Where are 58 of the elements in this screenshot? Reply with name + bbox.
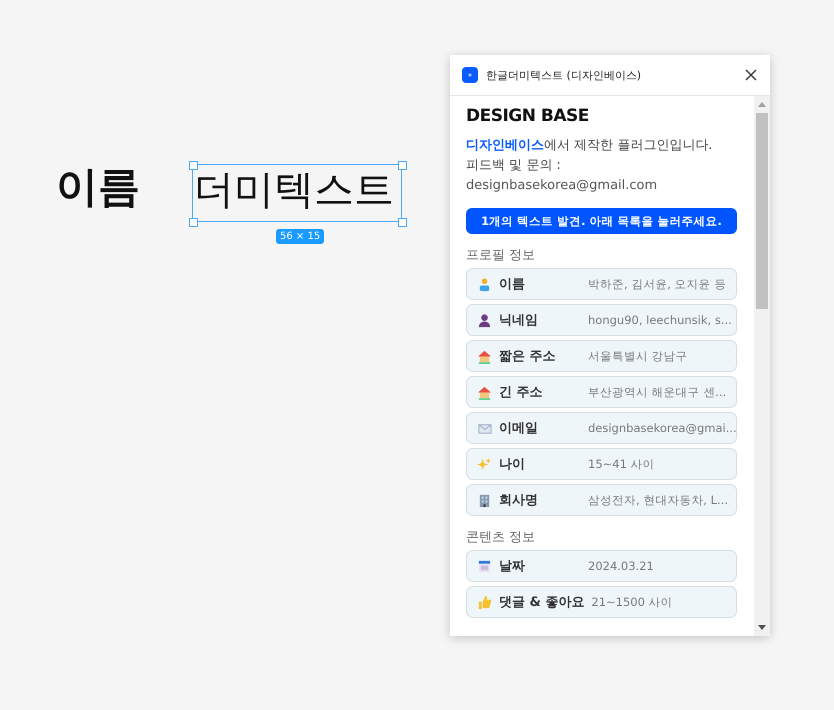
feedback-text: 피드백 및 문의 : <box>466 157 562 175</box>
section-title: 콘텐츠 정보 <box>466 529 536 546</box>
item-label: 회사명 <box>499 492 539 509</box>
size-badge: 56 × 15 <box>276 229 324 244</box>
item-example: 15~41 사이 <box>588 456 655 472</box>
item-example: 삼성전자, 현대자동차, L... <box>588 492 728 508</box>
item-label: 이메일 <box>499 420 539 437</box>
item-label: 날짜 <box>499 558 526 575</box>
thumbs-up-icon <box>477 594 492 610</box>
found-button[interactable]: 1개의 텍스트 발견. 아래 목록을 눌러주세요. <box>466 208 737 234</box>
link[interactable]: 디자인베이스 <box>466 138 544 153</box>
person-icon <box>477 312 492 328</box>
list-item[interactable]: 짧은 주소 서울특별시 강남구 <box>466 340 737 372</box>
scrollbar[interactable] <box>754 96 770 636</box>
item-example: designbasekorea@gmai... <box>588 421 737 435</box>
calendar-icon <box>477 558 492 574</box>
list-item[interactable]: 댓글 & 좋아요 21~1500 사이 <box>466 586 737 618</box>
list-item[interactable]: 닉네임 hongu90, leechunsik, s... <box>466 304 737 336</box>
list-item[interactable]: 나이 15~41 사이 <box>466 448 737 480</box>
item-label: 나이 <box>499 456 526 473</box>
plugin-icon <box>462 67 478 83</box>
sparkles-icon <box>477 456 492 472</box>
item-example: 2024.03.21 <box>588 559 654 573</box>
item-label: 긴 주소 <box>499 384 544 401</box>
house-icon <box>477 348 492 364</box>
building-icon <box>477 492 492 508</box>
list-item[interactable]: 긴 주소 부산광역시 해운대구 센... <box>466 376 737 408</box>
selected-text-layer[interactable]: 더미텍스트 <box>194 166 394 214</box>
text-layer: 이름 <box>56 166 140 208</box>
close-icon[interactable] <box>744 68 758 82</box>
list-item[interactable]: 날짜 2024.03.21 <box>466 550 737 582</box>
item-example: 박하준, 김서윤, 오지윤 등 <box>588 276 726 292</box>
item-example: 부산광역시 해운대구 센... <box>588 384 726 400</box>
section-title: 프로필 정보 <box>466 247 536 264</box>
logo: DESIGN BASE <box>466 106 590 126</box>
resize-handle[interactable] <box>398 161 407 170</box>
item-example: 21~1500 사이 <box>591 594 673 610</box>
scroll-up-icon[interactable] <box>758 102 766 107</box>
person-icon <box>477 276 492 292</box>
item-example: hongu90, leechunsik, s... <box>588 313 732 327</box>
scroll-thumb[interactable] <box>756 113 768 309</box>
list-item[interactable]: 회사명 삼성전자, 현대자동차, L... <box>466 484 737 516</box>
email-text: designbasekorea@gmail.com <box>466 177 658 195</box>
window-title: 한글더미텍스트 (디자인베이스) <box>486 68 642 82</box>
list-item[interactable]: 이름 박하준, 김서윤, 오지윤 등 <box>466 268 737 300</box>
resize-handle[interactable] <box>189 218 198 227</box>
item-label: 이름 <box>499 276 526 293</box>
item-example: 서울특별시 강남구 <box>588 348 688 364</box>
item-label: 댓글 & 좋아요 <box>499 594 584 611</box>
selection-frame[interactable] <box>192 164 402 222</box>
resize-handle[interactable] <box>398 218 407 227</box>
house-icon <box>477 384 492 400</box>
intro-text: 에서 제작한 플러그인입니다. <box>544 138 712 153</box>
scroll-down-icon[interactable] <box>758 625 766 630</box>
resize-handle[interactable] <box>189 161 198 170</box>
item-label: 닉네임 <box>499 312 539 329</box>
item-label: 짧은 주소 <box>499 348 557 365</box>
list-item[interactable]: 이메일 designbasekorea@gmai... <box>466 412 737 444</box>
